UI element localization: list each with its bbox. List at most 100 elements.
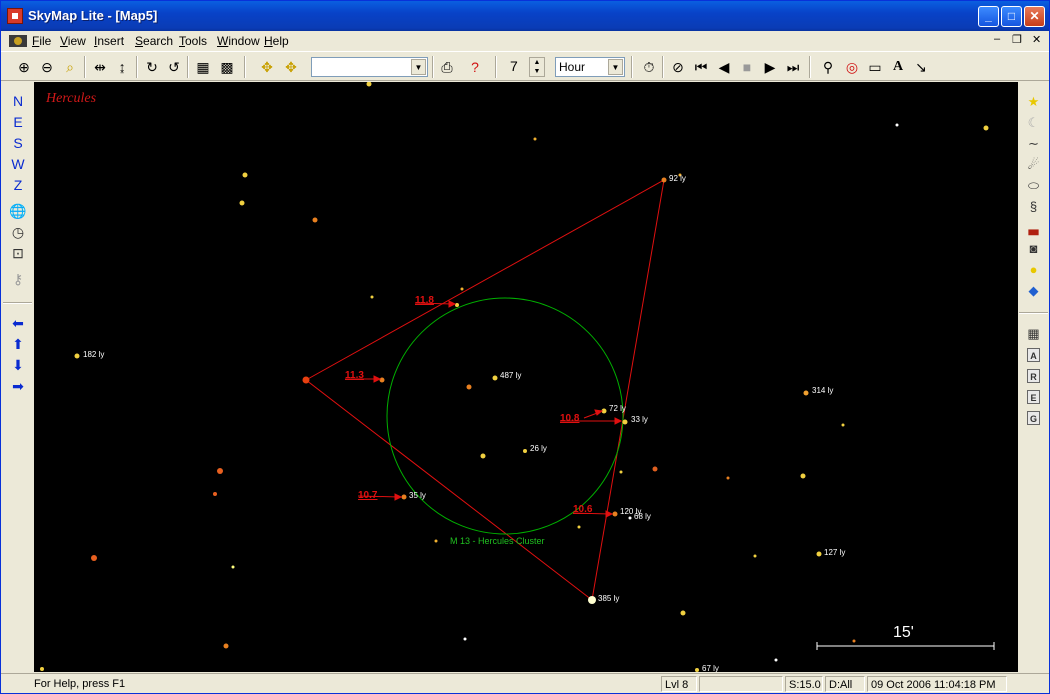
cluster-label[interactable]: M 13 - Hercules Cluster <box>450 536 545 546</box>
search-object-combo[interactable]: ▼ <box>311 57 428 77</box>
star[interactable] <box>774 658 778 662</box>
star[interactable] <box>480 453 486 459</box>
pan-up-icon[interactable]: ⬆ <box>9 335 27 353</box>
child-close-button[interactable]: ✕ <box>1032 33 1041 46</box>
star[interactable] <box>680 610 686 616</box>
star[interactable] <box>455 303 459 307</box>
star[interactable] <box>231 565 235 569</box>
star[interactable] <box>800 473 806 479</box>
child-minimize-button[interactable]: – <box>994 33 1000 45</box>
star[interactable] <box>816 551 822 557</box>
map-document-icon[interactable] <box>8 34 28 48</box>
globe-icon[interactable]: 🌐 <box>9 202 27 220</box>
sky-map-canvas[interactable]: 11.8 11.3 10.8 10.7 10.6 92 ly 182 ly 48… <box>34 82 1018 672</box>
star[interactable] <box>74 353 80 359</box>
zoom-window-icon[interactable]: ⌕ <box>59 56 81 78</box>
toggle-a-button[interactable]: A <box>1027 348 1040 362</box>
star[interactable] <box>217 468 223 474</box>
menu-help[interactable]: Help <box>264 34 289 48</box>
star[interactable] <box>661 177 667 183</box>
fast-forward-icon[interactable]: ⏭ <box>782 56 804 78</box>
direction-south[interactable]: S <box>9 134 27 152</box>
step-back-icon[interactable]: ◀ <box>713 56 735 78</box>
rotate-cw-icon[interactable]: ↻ <box>141 56 163 78</box>
time-step-spinner[interactable]: ▲ ▼ <box>529 57 545 77</box>
menu-insert[interactable]: Insert <box>94 34 124 48</box>
star[interactable] <box>40 667 44 671</box>
direction-north[interactable]: N <box>9 92 27 110</box>
menu-window[interactable]: Window <box>217 34 260 48</box>
center-alt-icon[interactable]: ✥ <box>280 56 302 78</box>
colors-icon[interactable]: ◆ <box>1025 282 1042 299</box>
star[interactable] <box>533 137 537 141</box>
pan-right-icon[interactable]: ➡ <box>9 377 27 395</box>
star[interactable] <box>312 217 318 223</box>
star[interactable] <box>852 639 856 643</box>
bulb-icon[interactable]: ● <box>1025 261 1042 278</box>
star[interactable] <box>628 516 632 520</box>
nebula-icon[interactable]: ⬭ <box>1025 177 1042 194</box>
star[interactable] <box>91 555 97 561</box>
app-icon[interactable] <box>7 8 23 24</box>
toggle-e-button[interactable]: E <box>1027 390 1040 404</box>
menu-file[interactable]: File <box>32 34 51 48</box>
rewind-fast-icon[interactable]: ⏮ <box>690 56 712 78</box>
star[interactable] <box>213 492 217 496</box>
star[interactable] <box>239 200 245 206</box>
table-icon[interactable]: ▦ <box>1025 325 1042 342</box>
star[interactable] <box>366 82 372 87</box>
stars-icon[interactable]: ★ <box>1025 93 1042 110</box>
star[interactable] <box>370 295 374 299</box>
sky-map-svg[interactable]: 11.8 11.3 10.8 10.7 10.6 92 ly 182 ly 48… <box>34 82 1018 672</box>
menu-search[interactable]: Search <box>135 34 173 48</box>
moon-icon[interactable]: ☾ <box>1025 114 1042 131</box>
center-icon[interactable]: ✥ <box>256 56 278 78</box>
toggle-g-button[interactable]: G <box>1027 411 1040 425</box>
star[interactable] <box>492 375 498 381</box>
magnitude-label[interactable]: 10.8 <box>560 413 580 424</box>
star[interactable] <box>695 668 699 672</box>
arrow-icon[interactable]: ↘ <box>910 56 932 78</box>
star[interactable] <box>803 390 809 396</box>
magnitude-label[interactable]: 11.8 <box>415 295 434 306</box>
star[interactable] <box>577 525 581 529</box>
direction-east[interactable]: E <box>9 113 27 131</box>
time-unit-combo[interactable]: Hour ▼ <box>555 57 625 77</box>
menu-view[interactable]: View <box>60 34 86 48</box>
flip-vertical-icon[interactable]: ↨ <box>111 56 133 78</box>
star[interactable] <box>612 511 618 517</box>
rotate-ccw-icon[interactable]: ↺ <box>163 56 185 78</box>
star[interactable] <box>242 172 248 178</box>
clock-icon[interactable]: ◷ <box>9 223 27 241</box>
star[interactable] <box>460 287 464 291</box>
comet-icon[interactable]: ☄ <box>1025 156 1042 173</box>
chevron-down-icon[interactable]: ▼ <box>608 59 623 75</box>
magnitude-label[interactable]: 10.7 <box>358 490 378 501</box>
star[interactable] <box>434 539 438 543</box>
magnitude-label[interactable]: 11.3 <box>345 370 364 381</box>
play-icon[interactable]: ▶ <box>759 56 781 78</box>
pan-down-icon[interactable]: ⬇ <box>9 356 27 374</box>
print-icon[interactable]: ⎙ <box>436 56 458 78</box>
child-restore-button[interactable]: ❐ <box>1012 33 1022 46</box>
star[interactable] <box>841 423 845 427</box>
zoom-in-icon[interactable]: ⊕ <box>13 56 35 78</box>
text-icon[interactable]: A <box>887 56 909 78</box>
telescope-icon[interactable]: ⚲ <box>817 56 839 78</box>
zoom-out-icon[interactable]: ⊖ <box>36 56 58 78</box>
grid-icon[interactable]: ▦ <box>192 56 214 78</box>
toggle-r-button[interactable]: R <box>1027 369 1040 383</box>
flip-horizontal-icon[interactable]: ⇹ <box>89 56 111 78</box>
stop-icon[interactable]: ■ <box>736 56 758 78</box>
star[interactable] <box>379 377 385 383</box>
horizon-icon[interactable]: ▃ <box>1025 219 1042 236</box>
pan-left-icon[interactable]: ⬅ <box>9 314 27 332</box>
star[interactable] <box>622 419 628 425</box>
chevron-down-icon[interactable]: ▼ <box>411 59 426 75</box>
star[interactable] <box>895 123 899 127</box>
star[interactable] <box>983 125 989 131</box>
star[interactable] <box>223 643 229 649</box>
clock-icon[interactable]: ⏱ <box>638 56 660 78</box>
star[interactable] <box>619 470 623 474</box>
time-step-value[interactable]: 7 <box>510 58 518 74</box>
